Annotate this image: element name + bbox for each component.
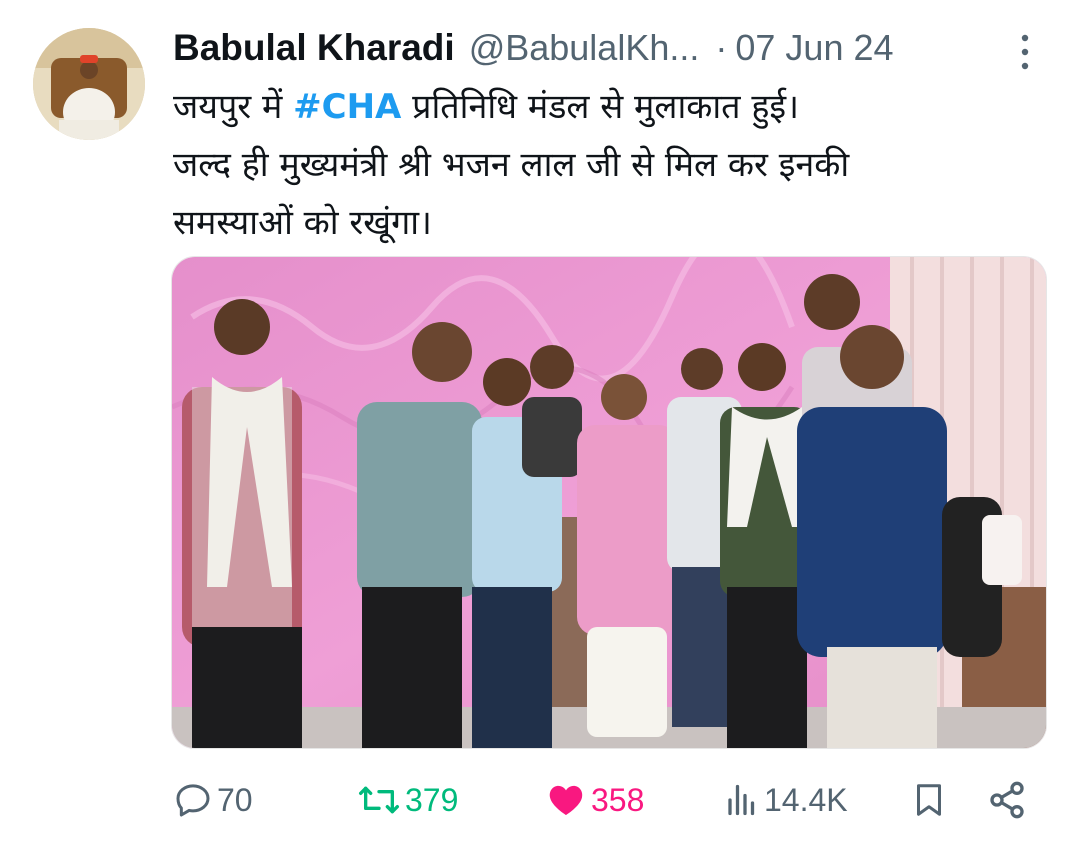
retweet-button[interactable]: 379 [357,770,458,830]
author-handle[interactable]: @BabulalKh... [469,27,700,69]
tweet-text-line: जल्द ही मुख्यमंत्री श्री भजन लाल जी से म… [173,145,850,185]
retweet-icon [358,786,399,814]
bookmark-button[interactable] [911,770,947,830]
hashtag-link[interactable]: #CHA [293,87,401,127]
tweet-text-segment: प्रतिनिधि मंडल से मुलाकात हुई। [401,87,799,127]
tweet-actions-bar: 70 379 358 14.4K [0,770,1079,830]
tweet-date[interactable]: 07 Jun 24 [735,27,893,69]
bookmark-icon [917,784,941,816]
share-button[interactable] [987,770,1027,830]
views-button[interactable]: 14.4K [724,770,848,830]
reply-button[interactable]: 70 [173,770,253,830]
group-photo [172,257,1046,748]
avatar-photo [33,28,145,140]
tweet-media-photo[interactable] [171,256,1047,749]
tweet-text-line: जयपुर में #CHA प्रतिनिधि मंडल से मुलाकात… [173,78,1033,136]
views-icon [728,784,755,816]
share-icon [990,781,1024,819]
like-button[interactable]: 358 [545,770,644,830]
tweet-text: जयपुर में #CHA प्रतिनिधि मंडल से मुलाकात… [173,78,1033,252]
tweet-card[interactable]: Babulal Kharadi @BabulalKh... · 07 Jun 2… [0,0,1079,850]
like-count: 358 [591,781,645,818]
tweet-text-line: समस्याओं को रखूंगा। [173,203,432,243]
author-display-name[interactable]: Babulal Kharadi [173,27,455,69]
header-separator: · [715,27,728,68]
reply-icon [176,784,210,817]
more-options-button[interactable] [1012,30,1038,74]
retweet-count: 379 [405,781,459,818]
heart-icon [549,785,583,815]
views-count: 14.4K [764,781,848,818]
reply-count: 70 [217,781,253,818]
author-avatar[interactable] [33,28,145,140]
more-vertical-icon [1021,34,1029,70]
tweet-header: Babulal Kharadi @BabulalKh... · 07 Jun 2… [173,22,894,74]
tweet-text-segment: जयपुर में [173,87,294,127]
